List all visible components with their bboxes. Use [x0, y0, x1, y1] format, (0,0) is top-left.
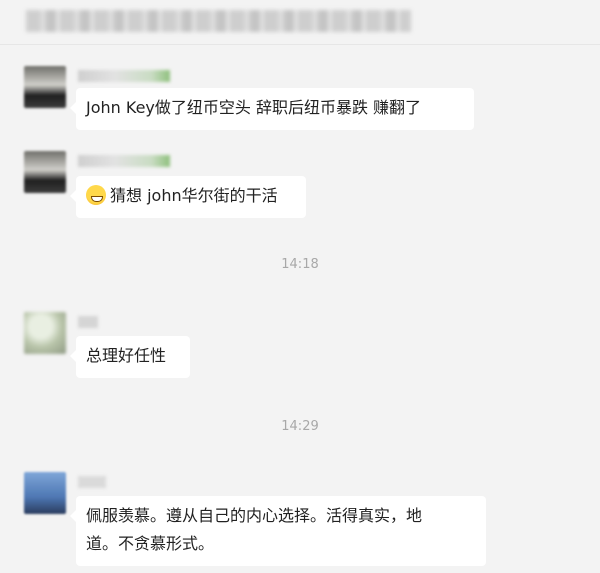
avatar[interactable] — [24, 151, 66, 193]
sender-name-blurred — [78, 70, 170, 82]
sender-name-blurred — [78, 316, 98, 328]
message-text-line: 道。不贪慕形式。 — [86, 534, 215, 553]
avatar[interactable] — [24, 312, 66, 354]
chat-title-blurred — [26, 10, 411, 32]
message-bubble[interactable]: 佩服羡慕。遵从自己的内心选择。活得真实，地 道。不贪慕形式。 — [70, 496, 486, 566]
message-text: John Key做了纽币空头 辞职后纽币暴跌 赚翻了 — [86, 98, 422, 117]
avatar[interactable] — [24, 472, 66, 514]
message-text: 猜想 john华尔街的干活 — [110, 186, 278, 205]
sender-name-blurred — [78, 155, 170, 167]
chat-header — [0, 0, 600, 45]
avatar[interactable] — [24, 66, 66, 108]
message-bubble[interactable]: John Key做了纽币空头 辞职后纽币暴跌 赚翻了 — [70, 88, 474, 130]
message-bubble[interactable]: 猜想 john华尔街的干活 — [70, 176, 306, 218]
message-text-line: 佩服羡慕。遵从自己的内心选择。活得真实，地 — [86, 506, 423, 525]
sender-name-blurred — [78, 476, 106, 488]
timestamp: 14:29 — [281, 419, 319, 434]
message-text: 总理好任性 — [86, 346, 167, 365]
grinning-emoji-icon — [86, 185, 106, 205]
timestamp: 14:18 — [281, 257, 319, 272]
message-bubble[interactable]: 总理好任性 — [70, 336, 190, 378]
